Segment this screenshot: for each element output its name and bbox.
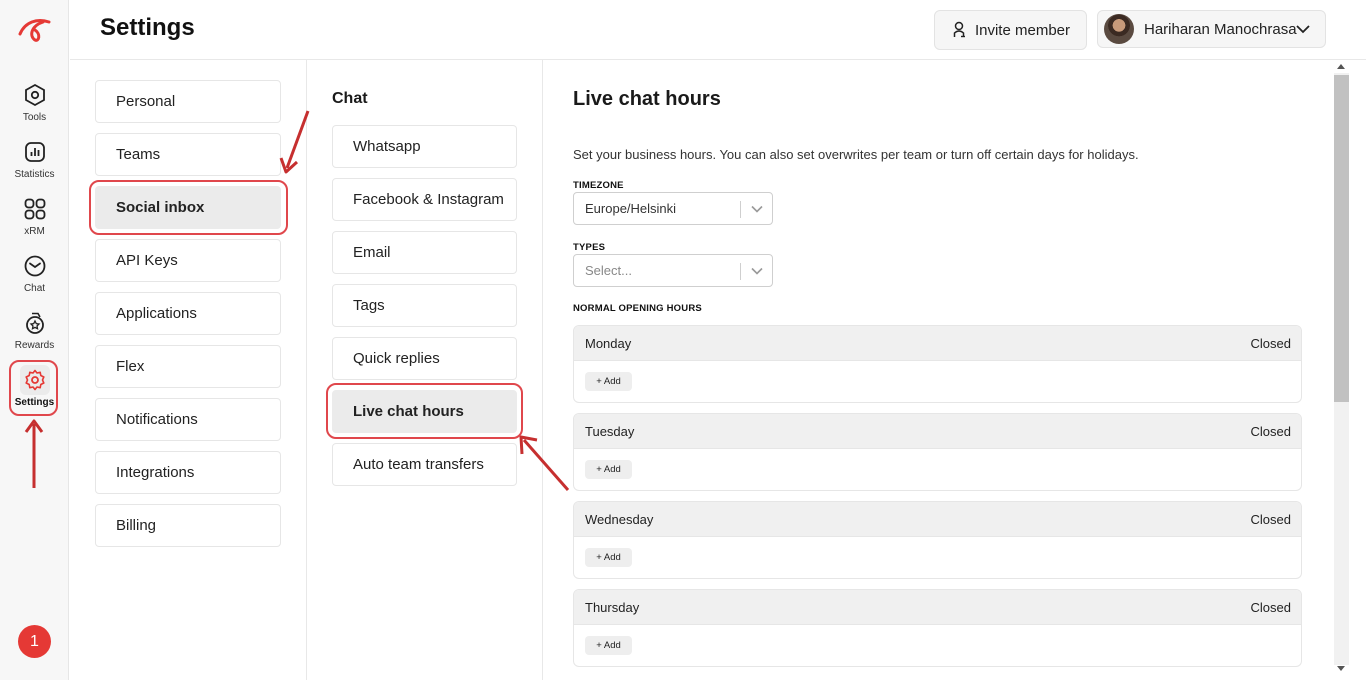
settings-highlight [9,360,58,416]
chat-item-facebook-instagram[interactable]: Facebook & Instagram [332,178,517,221]
add-hours-button[interactable]: + Add [585,636,632,655]
social-inbox-highlight [89,180,288,235]
types-select[interactable]: Select... [573,254,773,287]
arrow-up-icon [24,419,44,488]
types-placeholder: Select... [585,263,632,278]
day-header: Tuesday Closed [574,414,1301,449]
day-card-thursday: Thursday Closed + Add [573,589,1302,667]
day-card-wednesday: Wednesday Closed + Add [573,501,1302,579]
chat-item-whatsapp[interactable]: Whatsapp [332,125,517,168]
rail-item-label: Rewards [14,340,55,351]
settings-item-teams[interactable]: Teams [95,133,281,176]
normal-hours-label: NORMAL OPENING HOURS [573,303,702,314]
chat-icon [20,251,50,281]
scroll-down-icon[interactable] [1337,666,1345,671]
settings-item-billing[interactable]: Billing [95,504,281,547]
settings-item-notifications[interactable]: Notifications [95,398,281,441]
rail-item-label: Chat [23,283,46,294]
day-header: Wednesday Closed [574,502,1301,537]
chevron-down-icon[interactable] [750,264,764,278]
day-status: Closed [1250,423,1291,439]
day-card-tuesday: Tuesday Closed + Add [573,413,1302,491]
invite-member-label: Invite member [974,21,1071,39]
rewards-icon [20,308,50,338]
day-header: Monday Closed [574,326,1301,361]
chevron-down-icon [1296,25,1310,34]
chat-menu: Chat Whatsapp Facebook & Instagram Email… [307,60,543,680]
live-chat-hours-panel: Live chat hours Set your business hours.… [543,60,1333,680]
add-hours-button[interactable]: + Add [585,548,632,567]
add-hours-button[interactable]: + Add [585,372,632,391]
chat-item-quick-replies[interactable]: Quick replies [332,337,517,380]
day-card-monday: Monday Closed + Add [573,325,1302,403]
settings-item-flex[interactable]: Flex [95,345,281,388]
select-separator [740,263,741,280]
rail-item-statistics[interactable]: Statistics [9,137,60,189]
chat-item-email[interactable]: Email [332,231,517,274]
types-label: TYPES [573,242,606,253]
chat-menu-title: Chat [332,90,368,107]
hexagon-icon [20,80,50,110]
day-name: Thursday [585,599,640,615]
settings-item-personal[interactable]: Personal [95,80,281,123]
settings-item-api-keys[interactable]: API Keys [95,239,281,282]
rail-item-chat[interactable]: Chat [9,251,60,303]
user-name: Hariharan Manochrasa [1144,20,1297,38]
panel-title: Live chat hours [573,88,721,110]
day-name: Wednesday [585,511,654,527]
day-status: Closed [1250,599,1291,615]
invite-member-button[interactable]: Invite member [934,10,1087,50]
day-name: Monday [585,335,632,351]
day-status: Closed [1250,335,1291,351]
rail-item-label: Tools [22,112,47,123]
panel-description: Set your business hours. You can also se… [573,147,1139,162]
user-menu-button[interactable]: Hariharan Manochrasa [1097,10,1326,48]
select-separator [740,201,741,218]
chat-item-auto-team-transfers[interactable]: Auto team transfers [332,443,517,486]
scroll-thumb[interactable] [1334,75,1349,402]
notification-badge[interactable]: 1 [18,625,51,658]
grid-icon [20,194,50,224]
scroll-up-icon[interactable] [1337,64,1345,69]
rail-item-xrm[interactable]: xRM [9,194,60,246]
page-title: Settings [100,14,195,41]
rail-item-label: Statistics [14,169,55,180]
day-header: Thursday Closed [574,590,1301,625]
rail-item-tools[interactable]: Tools [9,80,60,132]
rail-item-label: xRM [24,226,45,237]
timezone-value: Europe/Helsinki [585,201,677,216]
settings-item-applications[interactable]: Applications [95,292,281,335]
settings-item-integrations[interactable]: Integrations [95,451,281,494]
user-icon [953,21,965,38]
timezone-label: TIMEZONE [573,180,624,191]
rail-item-rewards[interactable]: Rewards [9,308,60,360]
chevron-down-icon[interactable] [750,202,764,216]
avatar [1104,14,1134,44]
bar-chart-icon [20,137,50,167]
chat-item-tags[interactable]: Tags [332,284,517,327]
live-chat-hours-highlight [326,383,523,439]
settings-menu: Personal Teams Social inbox API Keys App… [70,60,307,680]
icon-rail: Tools Statistics xRM Chat Rewards Settin… [0,0,69,680]
timezone-select[interactable]: Europe/Helsinki [573,192,773,225]
add-hours-button[interactable]: + Add [585,460,632,479]
day-name: Tuesday [585,423,635,439]
app-logo[interactable] [17,14,53,44]
day-status: Closed [1250,511,1291,527]
scrollbar[interactable] [1333,60,1366,680]
